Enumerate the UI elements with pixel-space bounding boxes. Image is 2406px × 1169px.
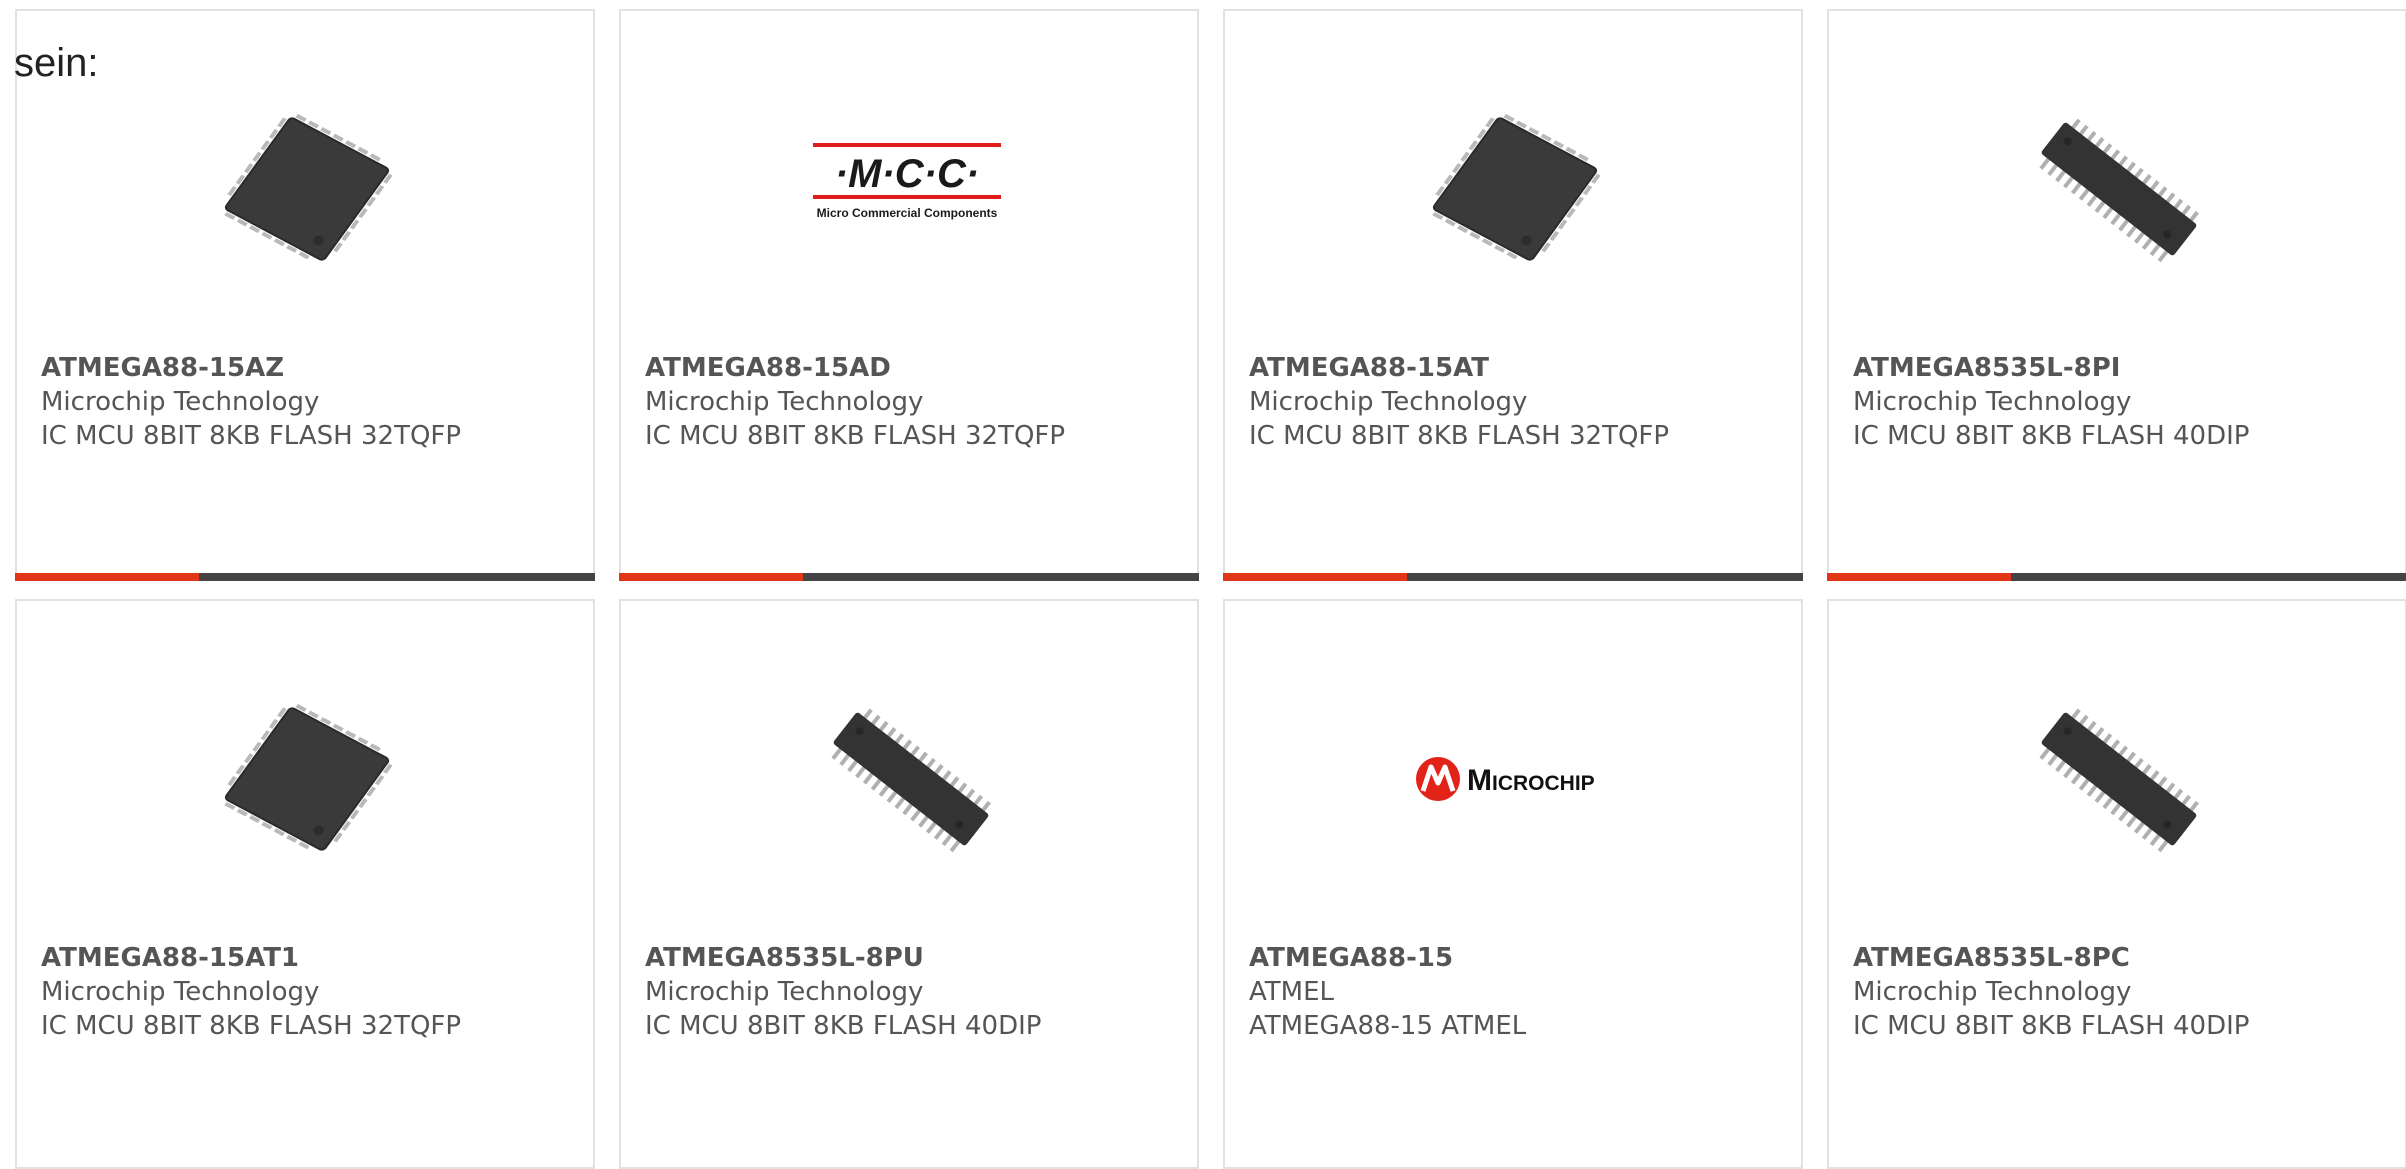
dip-chip-icon[interactable] [2019, 679, 2219, 879]
product-info: ATMEGA88-15 ATMEL ATMEGA88-15 ATMEL [1249, 941, 1791, 1043]
product-info: ATMEGA88-15AZ Microchip Technology IC MC… [41, 351, 583, 453]
card-accent-bar [1223, 573, 1407, 581]
part-number-link[interactable]: ATMEGA8535L-8PC [1853, 941, 2395, 975]
description-label: IC MCU 8BIT 8KB FLASH 32TQFP [41, 1011, 462, 1041]
card-accent-bar [619, 573, 803, 581]
product-info: ATMEGA88-15AT1 Microchip Technology IC M… [41, 941, 583, 1043]
manufacturer-label: Microchip Technology [41, 977, 320, 1007]
product-card[interactable]: Microchip ATMEGA88-15 ATMEL ATMEGA88-15 … [1223, 599, 1803, 1169]
product-info: ATMEGA8535L-8PI Microchip Technology IC … [1853, 351, 2395, 453]
manufacturer-label: ATMEL [1249, 977, 1334, 1007]
card-bottom-bar [619, 573, 1199, 581]
product-info: ATMEGA88-15AT Microchip Technology IC MC… [1249, 351, 1791, 453]
description-label: IC MCU 8BIT 8KB FLASH 40DIP [1853, 421, 2250, 451]
product-info: ATMEGA8535L-8PC Microchip Technology IC … [1853, 941, 2395, 1043]
description-label: IC MCU 8BIT 8KB FLASH 40DIP [645, 1011, 1042, 1041]
part-number-link[interactable]: ATMEGA88-15 [1249, 941, 1791, 975]
tqfp-chip-icon[interactable] [207, 89, 407, 289]
description-label: IC MCU 8BIT 8KB FLASH 32TQFP [1249, 421, 1670, 451]
manufacturer-label: Microchip Technology [1249, 387, 1528, 417]
card-bottom-bar [15, 573, 595, 581]
manufacturer-label: Microchip Technology [41, 387, 320, 417]
part-number-link[interactable]: ATMEGA8535L-8PU [645, 941, 1187, 975]
part-number-link[interactable]: ATMEGA88-15AD [645, 351, 1187, 385]
product-card[interactable]: ATMEGA88-15AZ Microchip Technology IC MC… [15, 9, 595, 581]
description-label: IC MCU 8BIT 8KB FLASH 40DIP [1853, 1011, 2250, 1041]
microchip-logo-text: Microchip [1467, 764, 1595, 797]
product-card[interactable]: ATMEGA8535L-8PU Microchip Technology IC … [619, 599, 1199, 1169]
part-number-link[interactable]: ATMEGA88-15AT1 [41, 941, 583, 975]
card-accent-bar [1827, 573, 2011, 581]
mcc-logo[interactable]: ·M·C·C· Micro Commercial Components [811, 89, 1011, 289]
mcc-logo-text: ·M·C·C· [835, 152, 979, 196]
part-number-link[interactable]: ATMEGA88-15AT [1249, 351, 1791, 385]
mcc-logo-subtext: Micro Commercial Components [817, 206, 998, 220]
product-card[interactable]: ATMEGA8535L-8PI Microchip Technology IC … [1827, 9, 2406, 581]
card-bottom-bar [1827, 573, 2406, 581]
dip-chip-icon[interactable] [811, 679, 1011, 879]
manufacturer-label: Microchip Technology [1853, 977, 2132, 1007]
product-info: ATMEGA88-15AD Microchip Technology IC MC… [645, 351, 1187, 453]
description-label: IC MCU 8BIT 8KB FLASH 32TQFP [645, 421, 1066, 451]
card-accent-bar [15, 573, 199, 581]
product-card[interactable]: ATMEGA8535L-8PC Microchip Technology IC … [1827, 599, 2406, 1169]
tqfp-chip-icon[interactable] [1415, 89, 1615, 289]
description-label: ATMEGA88-15 ATMEL [1249, 1011, 1527, 1041]
manufacturer-label: Microchip Technology [645, 977, 924, 1007]
card-bottom-bar [1223, 573, 1803, 581]
product-card[interactable]: ATMEGA88-15AT Microchip Technology IC MC… [1223, 9, 1803, 581]
manufacturer-label: Microchip Technology [645, 387, 924, 417]
microchip-logo[interactable]: Microchip [1415, 679, 1615, 879]
manufacturer-label: Microchip Technology [1853, 387, 2132, 417]
product-card[interactable]: ·M·C·C· Micro Commercial Components ATME… [619, 9, 1199, 581]
description-label: IC MCU 8BIT 8KB FLASH 32TQFP [41, 421, 462, 451]
tqfp-chip-icon[interactable] [207, 679, 407, 879]
part-number-link[interactable]: ATMEGA88-15AZ [41, 351, 583, 385]
intro-text: sein: [14, 41, 99, 85]
product-card[interactable]: ATMEGA88-15AT1 Microchip Technology IC M… [15, 599, 595, 1169]
dip-chip-icon[interactable] [2019, 89, 2219, 289]
part-number-link[interactable]: ATMEGA8535L-8PI [1853, 351, 2395, 385]
product-info: ATMEGA8535L-8PU Microchip Technology IC … [645, 941, 1187, 1043]
